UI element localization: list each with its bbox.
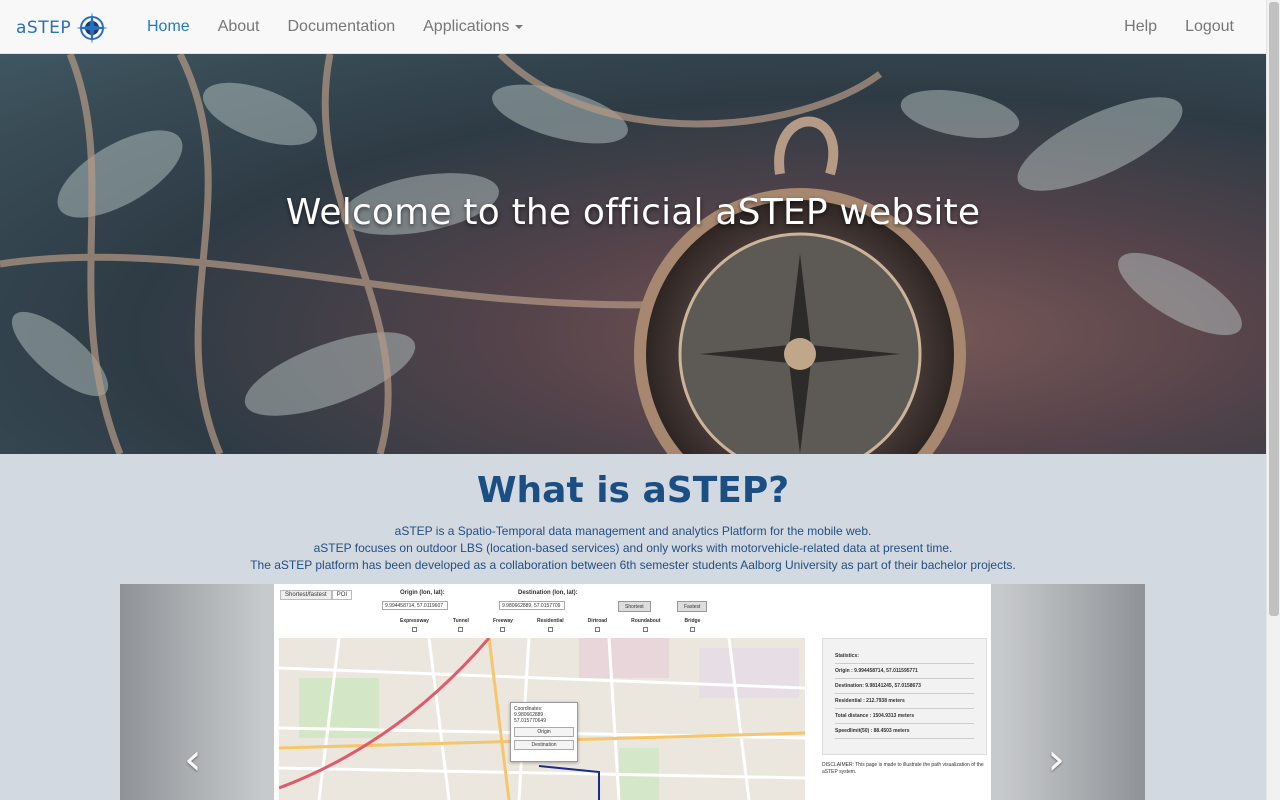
- stats-row: Destination: 9.98141245, 57.0158673: [835, 679, 974, 694]
- brand-text: aSTEP: [16, 18, 72, 38]
- slide-statistics-panel: Statistics: Origin : 9.994458714, 57.011…: [822, 638, 987, 755]
- stats-row: Residential : 212.7938 meters: [835, 694, 974, 709]
- slide-fastest-button: Fastest: [677, 601, 708, 612]
- checkbox-icon: [689, 627, 695, 632]
- slide-map: Coordinates: 9.980662889 57.015770649 Or…: [279, 638, 805, 800]
- slide-map-popup: Coordinates: 9.980662889 57.015770649 Or…: [510, 702, 578, 762]
- slide-check-item: Dirtroad: [588, 618, 607, 632]
- hero-compass-image: [0, 54, 1242, 454]
- description-line: aSTEP is a Spatio-Temporal data manageme…: [394, 524, 872, 538]
- stats-row: Total distance : 1504.9313 meters: [835, 709, 974, 724]
- nav-applications-dropdown[interactable]: Applications: [409, 0, 537, 53]
- slide-check-item: Freeway: [493, 618, 513, 632]
- nav-about[interactable]: About: [204, 0, 274, 53]
- slide-check-item: Residential: [537, 618, 564, 632]
- description-line: The aSTEP platform has been developed as…: [250, 558, 1016, 572]
- stats-row: Speedlimit(50) : 88.4503 meters: [835, 724, 974, 739]
- checkbox-icon: [500, 627, 506, 632]
- checkbox-icon: [411, 627, 417, 632]
- checkbox-icon: [643, 627, 649, 632]
- nav-documentation[interactable]: Documentation: [274, 0, 410, 53]
- popup-destination-button: Destination: [514, 740, 574, 750]
- slide-check-item: Bridge: [685, 618, 700, 632]
- slide-disclaimer: DISCLAIMER: This page is made to illustr…: [822, 762, 984, 775]
- hero-banner: Welcome to the official aSTEP website: [0, 54, 1266, 454]
- screenshot-carousel: Shortest/fastest POI Origin (lon, lat): …: [120, 584, 1145, 800]
- slide-destination-label: Destination (lon, lat):: [518, 590, 578, 596]
- section-title: What is aSTEP?: [476, 470, 790, 511]
- carousel-slide: Shortest/fastest POI Origin (lon, lat): …: [274, 584, 991, 800]
- slide-origin-input: 9.994458714, 57.0119607: [382, 601, 448, 610]
- carousel-prev-icon[interactable]: ‹: [184, 734, 202, 785]
- slide-origin-label: Origin (lon, lat):: [400, 590, 445, 596]
- slide-shortest-button: Shortest: [618, 601, 651, 612]
- page-scrollbar[interactable]: [1266, 0, 1280, 800]
- nav-logout[interactable]: Logout: [1171, 0, 1248, 53]
- checkbox-icon: [594, 627, 600, 632]
- nav-help[interactable]: Help: [1110, 0, 1171, 53]
- popup-lat: 57.015770649: [514, 718, 546, 724]
- scrollbar-thumb[interactable]: [1269, 2, 1279, 616]
- description-line: aSTEP focuses on outdoor LBS (location-b…: [313, 541, 953, 555]
- slide-check-item: Expressway: [400, 618, 429, 632]
- nav-applications-label: Applications: [423, 18, 510, 35]
- slide-check-item: Tunnel: [453, 618, 469, 632]
- popup-origin-button: Origin: [514, 727, 574, 737]
- carousel-next-icon[interactable]: ›: [1047, 734, 1065, 785]
- brand-logo[interactable]: aSTEP: [16, 8, 109, 48]
- checkbox-icon: [547, 627, 553, 632]
- slide-tab-shortest: Shortest/fastest: [280, 590, 332, 600]
- slide-check-item: Roundabout: [631, 618, 661, 632]
- navbar: aSTEP Home About Documentation Applicati…: [0, 0, 1266, 54]
- description: aSTEP is a Spatio-Temporal data manageme…: [0, 523, 1266, 574]
- checkbox-icon: [458, 627, 464, 632]
- stats-row: Origin : 9.994458714, 57.011595771: [835, 664, 974, 679]
- slide-destination-input: 9.980662889, 57.0157709: [499, 601, 565, 610]
- nav-home[interactable]: Home: [133, 0, 204, 53]
- hero-title: Welcome to the official aSTEP website: [285, 192, 981, 233]
- compass-icon: [76, 12, 109, 44]
- slide-tab-poi: POI: [331, 590, 353, 600]
- caret-down-icon: [515, 24, 524, 29]
- stats-title: Statistics:: [835, 649, 974, 664]
